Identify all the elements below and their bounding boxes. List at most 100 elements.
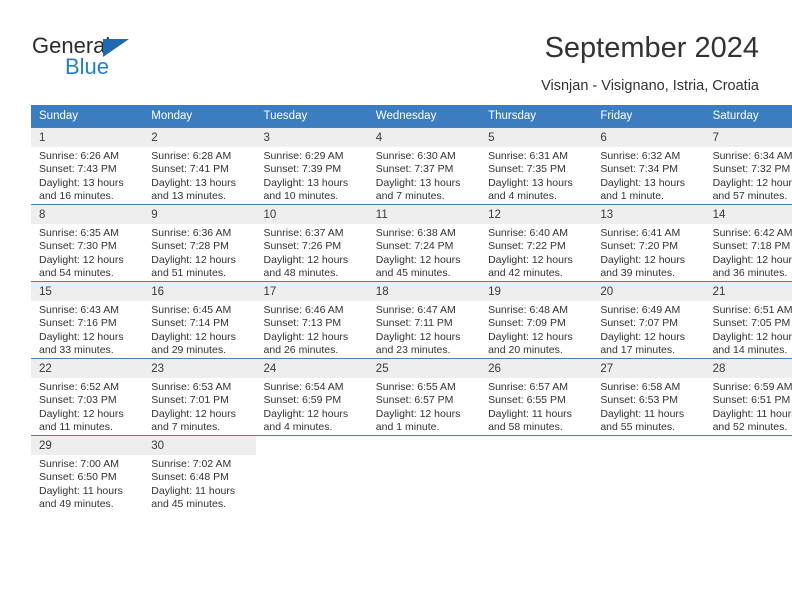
calendar-day-cell[interactable]: 16 Sunrise: 6:45 AM Sunset: 7:14 PM Dayligh… xyxy=(143,281,256,359)
calendar-day-cell[interactable]: 25 Sunrise: 6:55 AM Sunset: 6:57 PM Dayligh… xyxy=(367,358,481,436)
day-number: 2 xyxy=(143,128,256,147)
sunrise-text: Sunrise: 6:41 AM xyxy=(600,227,681,239)
calendar-day-cell[interactable]: 12 Sunrise: 6:40 AM Sunset: 7:22 PM Dayligh… xyxy=(480,204,593,282)
day-number: 6 xyxy=(592,128,705,147)
daylight-text-line1: Daylight: 12 hours xyxy=(712,176,792,189)
day-details: Sunrise: 7:02 AM Sunset: 6:48 PM Daylight:… xyxy=(143,455,255,511)
day-details: Sunrise: 6:51 AM Sunset: 7:05 PM Daylight:… xyxy=(705,301,792,357)
calendar-day-cell-empty xyxy=(255,435,368,512)
general-blue-logo[interactable]: General Blue xyxy=(32,33,212,83)
calendar-day-cell-empty xyxy=(704,435,792,512)
day-number: 28 xyxy=(704,359,792,378)
calendar-day-cell[interactable]: 22 Sunrise: 6:52 AM Sunset: 7:03 PM Dayligh… xyxy=(31,358,144,436)
calendar-day-cell[interactable]: 5 Sunrise: 6:31 AM Sunset: 7:35 PM Daylight… xyxy=(480,127,593,205)
weekday-header-thursday: Thursday xyxy=(480,105,593,128)
calendar-day-cell[interactable]: 20 Sunrise: 6:49 AM Sunset: 7:07 PM Dayligh… xyxy=(592,281,705,359)
day-details: Sunrise: 6:48 AM Sunset: 7:09 PM Daylight:… xyxy=(480,301,592,357)
daylight-text-line1: Daylight: 12 hours xyxy=(712,330,792,343)
sunset-text: Sunset: 6:51 PM xyxy=(712,394,791,407)
day-details: Sunrise: 6:31 AM Sunset: 7:35 PM Daylight:… xyxy=(480,147,592,203)
daylight-text-line2: and 23 minutes. xyxy=(375,343,451,356)
daylight-text-line2: and 39 minutes. xyxy=(600,266,676,279)
calendar-day-cell[interactable]: 14 Sunrise: 6:42 AM Sunset: 7:18 PM Dayligh… xyxy=(704,204,792,282)
day-number: 13 xyxy=(592,205,705,224)
day-number: 21 xyxy=(704,282,792,301)
calendar-day-cell[interactable]: 30 Sunrise: 7:02 AM Sunset: 6:48 PM Dayligh… xyxy=(143,435,256,512)
calendar-day-cell[interactable]: 2 Sunrise: 6:28 AM Sunset: 7:41 PM Daylight… xyxy=(143,127,256,205)
calendar-day-cell[interactable]: 4 Sunrise: 6:30 AM Sunset: 7:37 PM Daylight… xyxy=(367,127,481,205)
sunset-text: Sunset: 7:32 PM xyxy=(712,163,791,176)
calendar-day-cell[interactable]: 13 Sunrise: 6:41 AM Sunset: 7:20 PM Dayligh… xyxy=(592,204,705,282)
calendar-day-cell[interactable]: 24 Sunrise: 6:54 AM Sunset: 6:59 PM Dayligh… xyxy=(255,358,368,436)
daylight-text-line2: and 52 minutes. xyxy=(712,420,788,433)
sunrise-text: Sunrise: 6:40 AM xyxy=(488,227,569,239)
sunset-text: Sunset: 7:03 PM xyxy=(39,394,117,407)
sunrise-text: Sunrise: 6:34 AM xyxy=(712,150,792,162)
daylight-text-line1: Daylight: 12 hours xyxy=(151,407,236,420)
weekday-header-saturday: Saturday xyxy=(704,105,792,128)
calendar-day-cell[interactable]: 29 Sunrise: 7:00 AM Sunset: 6:50 PM Dayligh… xyxy=(31,435,144,512)
calendar-day-cell[interactable]: 17 Sunrise: 6:46 AM Sunset: 7:13 PM Dayligh… xyxy=(255,281,368,359)
daylight-text-line1: Daylight: 12 hours xyxy=(600,330,685,343)
sunrise-text: Sunrise: 6:43 AM xyxy=(39,304,119,316)
calendar-day-cell-empty xyxy=(367,435,481,512)
day-details: Sunrise: 6:45 AM Sunset: 7:14 PM Daylight:… xyxy=(143,301,255,357)
calendar-day-cell[interactable]: 6 Sunrise: 6:32 AM Sunset: 7:34 PM Daylight… xyxy=(592,127,705,205)
day-details: Sunrise: 6:53 AM Sunset: 7:01 PM Daylight:… xyxy=(143,378,255,434)
day-number: 20 xyxy=(592,282,705,301)
sunrise-text: Sunrise: 6:42 AM xyxy=(712,227,792,239)
daylight-text-line1: Daylight: 13 hours xyxy=(263,176,349,189)
calendar-day-cell[interactable]: 28 Sunrise: 6:59 AM Sunset: 6:51 PM Dayligh… xyxy=(704,358,792,436)
day-details: Sunrise: 6:59 AM Sunset: 6:51 PM Daylight:… xyxy=(705,378,792,434)
calendar-day-cell[interactable]: 3 Sunrise: 6:29 AM Sunset: 7:39 PM Daylight… xyxy=(255,127,368,205)
day-number: 12 xyxy=(480,205,593,224)
daylight-text-line1: Daylight: 13 hours xyxy=(600,176,685,189)
day-number: 25 xyxy=(367,359,481,378)
sunrise-text: Sunrise: 6:58 AM xyxy=(600,381,681,393)
calendar-day-cell[interactable]: 10 Sunrise: 6:37 AM Sunset: 7:26 PM Dayligh… xyxy=(255,204,368,282)
calendar-day-cell[interactable]: 8 Sunrise: 6:35 AM Sunset: 7:30 PM Daylight… xyxy=(31,204,144,282)
sunrise-text: Sunrise: 6:45 AM xyxy=(151,304,232,316)
calendar-day-cell[interactable]: 23 Sunrise: 6:53 AM Sunset: 7:01 PM Dayligh… xyxy=(143,358,256,436)
day-details: Sunrise: 7:00 AM Sunset: 6:50 PM Daylight:… xyxy=(31,455,143,511)
day-details: Sunrise: 6:29 AM Sunset: 7:39 PM Daylight:… xyxy=(256,147,368,203)
day-number: 8 xyxy=(31,205,144,224)
sunset-text: Sunset: 7:01 PM xyxy=(151,394,229,407)
sunrise-text: Sunrise: 6:49 AM xyxy=(600,304,681,316)
calendar-day-cell[interactable]: 7 Sunrise: 6:34 AM Sunset: 7:32 PM Daylight… xyxy=(704,127,792,205)
calendar-day-cell[interactable]: 15 Sunrise: 6:43 AM Sunset: 7:16 PM Dayligh… xyxy=(31,281,144,359)
daylight-text-line1: Daylight: 13 hours xyxy=(375,176,461,189)
daylight-text-line1: Daylight: 11 hours xyxy=(488,407,572,420)
calendar-day-cell[interactable]: 26 Sunrise: 6:57 AM Sunset: 6:55 PM Dayligh… xyxy=(480,358,593,436)
daylight-text-line2: and 45 minutes. xyxy=(375,266,451,279)
daylight-text-line2: and 55 minutes. xyxy=(600,420,676,433)
sunrise-text: Sunrise: 6:52 AM xyxy=(39,381,119,393)
daylight-text-line2: and 7 minutes. xyxy=(375,189,445,202)
calendar-day-cell[interactable]: 27 Sunrise: 6:58 AM Sunset: 6:53 PM Dayligh… xyxy=(592,358,705,436)
daylight-text-line1: Daylight: 12 hours xyxy=(712,253,792,266)
weekday-header-friday: Friday xyxy=(592,105,705,128)
sunset-text: Sunset: 7:11 PM xyxy=(375,317,453,330)
day-number: 17 xyxy=(255,282,368,301)
weekday-header-sunday: Sunday xyxy=(31,105,144,128)
day-details: Sunrise: 6:49 AM Sunset: 7:07 PM Daylight:… xyxy=(592,301,704,357)
daylight-text-line1: Daylight: 12 hours xyxy=(263,253,349,266)
page-title: September 2024 xyxy=(544,32,759,64)
daylight-text-line2: and 1 minute. xyxy=(375,420,440,433)
day-number xyxy=(480,436,593,443)
calendar-day-cell[interactable]: 1 Sunrise: 6:26 AM Sunset: 7:43 PM Daylight… xyxy=(31,127,144,205)
daylight-text-line2: and 57 minutes. xyxy=(712,189,788,202)
calendar-day-cell[interactable]: 11 Sunrise: 6:38 AM Sunset: 7:24 PM Dayligh… xyxy=(367,204,481,282)
daylight-text-line1: Daylight: 13 hours xyxy=(39,176,124,189)
calendar-week-row: 15 Sunrise: 6:43 AM Sunset: 7:16 PM Dayligh… xyxy=(31,281,792,359)
sunset-text: Sunset: 7:37 PM xyxy=(375,163,454,176)
day-details: Sunrise: 6:47 AM Sunset: 7:11 PM Daylight:… xyxy=(368,301,480,357)
sunrise-text: Sunrise: 6:37 AM xyxy=(263,227,344,239)
sunset-text: Sunset: 7:07 PM xyxy=(600,317,678,330)
day-number xyxy=(255,436,368,443)
calendar-day-cell[interactable]: 19 Sunrise: 6:48 AM Sunset: 7:09 PM Dayligh… xyxy=(480,281,593,359)
day-number: 23 xyxy=(143,359,256,378)
calendar-day-cell[interactable]: 21 Sunrise: 6:51 AM Sunset: 7:05 PM Dayligh… xyxy=(704,281,792,359)
calendar-day-cell[interactable]: 9 Sunrise: 6:36 AM Sunset: 7:28 PM Daylight… xyxy=(143,204,256,282)
calendar-day-cell[interactable]: 18 Sunrise: 6:47 AM Sunset: 7:11 PM Dayligh… xyxy=(367,281,481,359)
